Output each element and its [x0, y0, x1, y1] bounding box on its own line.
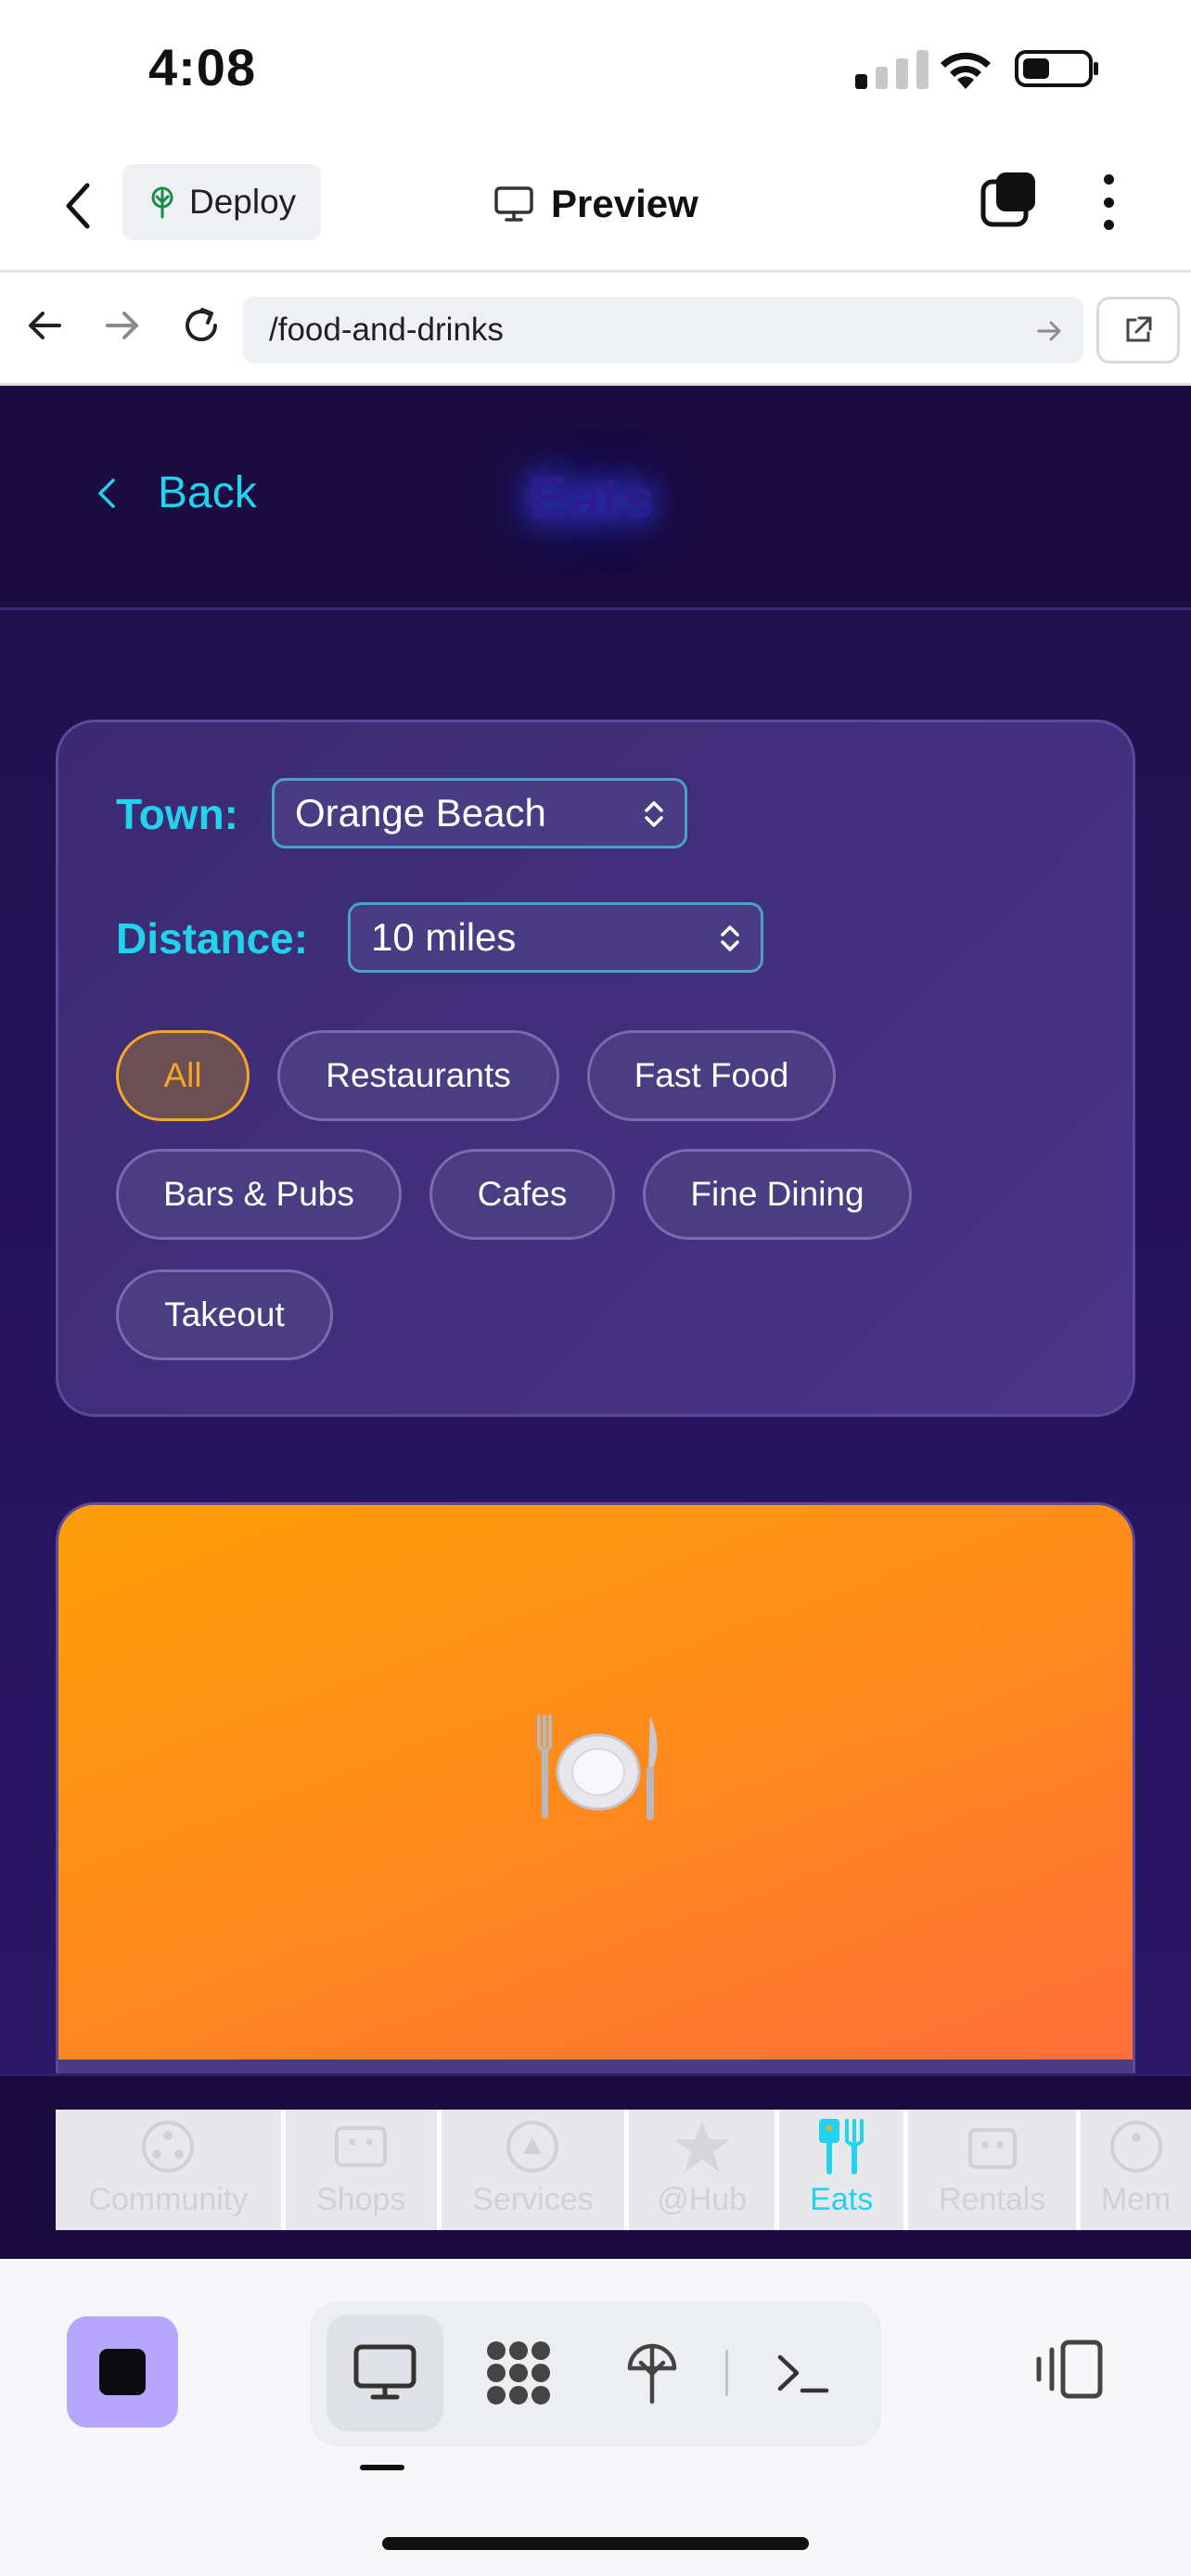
nodes-icon	[487, 2341, 550, 2404]
workspace-tool-button[interactable]	[460, 2315, 577, 2431]
nav-item-rentals[interactable]: Rentals	[908, 2110, 1082, 2230]
view-switcher	[310, 2302, 881, 2446]
deploy-icon	[151, 186, 173, 219]
status-time: 4:08	[148, 38, 257, 96]
site-bottom-nav: Community Shops Services @Hub Eats Renta…	[0, 2073, 1191, 2259]
members-icon	[1109, 2121, 1162, 2173]
nav-label: Community	[88, 2182, 249, 2217]
web-preview: Back Eats Town: Orange Beach Distance: 1…	[0, 386, 1191, 2073]
utensils-icon	[819, 2119, 864, 2174]
preview-title: Preview	[493, 167, 698, 241]
nav-label: Services	[472, 2182, 594, 2217]
go-arrow-icon[interactable]	[1035, 317, 1063, 345]
monitor-icon	[494, 186, 533, 222]
site-header: Back Eats	[0, 386, 1191, 610]
rentals-icon	[967, 2128, 1017, 2169]
deploy-label: Deploy	[189, 183, 297, 221]
nav-label: @Hub	[657, 2182, 748, 2217]
open-external-button[interactable]	[1096, 297, 1180, 363]
nav-item-shops[interactable]: Shops	[286, 2110, 442, 2230]
community-icon	[142, 2121, 195, 2173]
reload-icon[interactable]	[178, 302, 224, 349]
distance-value: 10 miles	[371, 915, 517, 959]
category-chip-cafes[interactable]: Cafes	[429, 1149, 615, 1240]
plate-utensils-icon	[537, 1715, 658, 1820]
category-chip-fast-food[interactable]: Fast Food	[587, 1030, 836, 1121]
shop-icon	[335, 2126, 388, 2167]
distance-select[interactable]: 10 miles	[348, 902, 763, 973]
category-chip-fine-dining[interactable]: Fine Dining	[643, 1149, 912, 1240]
nav-item-members[interactable]: Mem	[1081, 2110, 1191, 2230]
shell-tool-button[interactable]	[744, 2315, 861, 2431]
services-icon	[506, 2121, 559, 2173]
back-chevron-icon[interactable]	[58, 178, 98, 234]
nav-item-hub[interactable]: @Hub	[629, 2110, 780, 2230]
page-title: Eats	[529, 465, 655, 531]
nav-label: Rentals	[938, 2182, 1046, 2217]
site-back-label: Back	[158, 468, 257, 517]
category-chip-bars-pubs[interactable]: Bars & Pubs	[116, 1149, 402, 1240]
select-updown-icon	[645, 801, 663, 827]
deploy-tool-button[interactable]	[594, 2315, 711, 2431]
url-bar: /food-and-drinks	[0, 273, 1191, 386]
site-back-button[interactable]: Back	[96, 467, 257, 518]
browser-back-icon[interactable]	[22, 302, 69, 349]
town-select[interactable]: Orange Beach	[272, 778, 687, 848]
active-tab-indicator	[360, 2465, 404, 2470]
nav-strip: Community Shops Services @Hub Eats Renta…	[56, 2110, 1191, 2230]
wifi-icon	[941, 52, 991, 89]
chevron-left-icon	[98, 478, 115, 508]
browser-forward-icon[interactable]	[98, 302, 145, 349]
nav-item-eats[interactable]: Eats	[779, 2110, 909, 2230]
town-value: Orange Beach	[295, 791, 546, 835]
filter-card: Town: Orange Beach Distance: 10 miles Al…	[56, 720, 1135, 1417]
stop-icon	[99, 2349, 146, 2395]
cellular-signal-icon	[855, 48, 928, 89]
home-indicator	[382, 2537, 809, 2550]
nav-item-community[interactable]: Community	[56, 2110, 286, 2230]
town-label: Town:	[116, 790, 238, 838]
card-footer-strip	[58, 2060, 1133, 2073]
bottom-toolbar	[0, 2259, 1191, 2576]
url-text: /food-and-drinks	[269, 312, 504, 348]
terminal-icon	[777, 2354, 829, 2393]
deploy-icon	[627, 2343, 677, 2404]
app-header: Deploy Preview	[0, 139, 1191, 273]
monitor-icon	[353, 2344, 416, 2400]
category-chip-restaurants[interactable]: Restaurants	[277, 1030, 559, 1121]
category-chip-all[interactable]: All	[116, 1030, 250, 1121]
deploy-button[interactable]: Deploy	[122, 164, 321, 240]
distance-label: Distance:	[116, 914, 309, 963]
status-bar: 4:08	[0, 0, 1191, 139]
more-options-icon[interactable]	[1100, 174, 1117, 230]
preview-label: Preview	[551, 182, 698, 225]
nav-label: Eats	[810, 2182, 874, 2217]
url-input[interactable]: /food-and-drinks	[243, 297, 1083, 363]
nav-item-services[interactable]: Services	[442, 2110, 629, 2230]
category-chip-takeout[interactable]: Takeout	[116, 1269, 333, 1360]
battery-icon	[1015, 50, 1098, 87]
external-link-icon	[1126, 316, 1152, 342]
stop-button[interactable]	[67, 2316, 178, 2428]
restaurant-card[interactable]	[56, 1502, 1135, 2073]
nav-label: Shops	[316, 2182, 406, 2217]
layout-toggle-icon[interactable]	[1035, 2339, 1104, 2400]
preview-tool-button[interactable]	[327, 2315, 443, 2431]
tabs-icon[interactable]	[980, 171, 1039, 230]
nav-label: Mem	[1100, 2182, 1172, 2217]
toolbar-divider	[725, 2350, 728, 2396]
select-updown-icon	[721, 925, 739, 951]
star-icon	[673, 2121, 730, 2173]
